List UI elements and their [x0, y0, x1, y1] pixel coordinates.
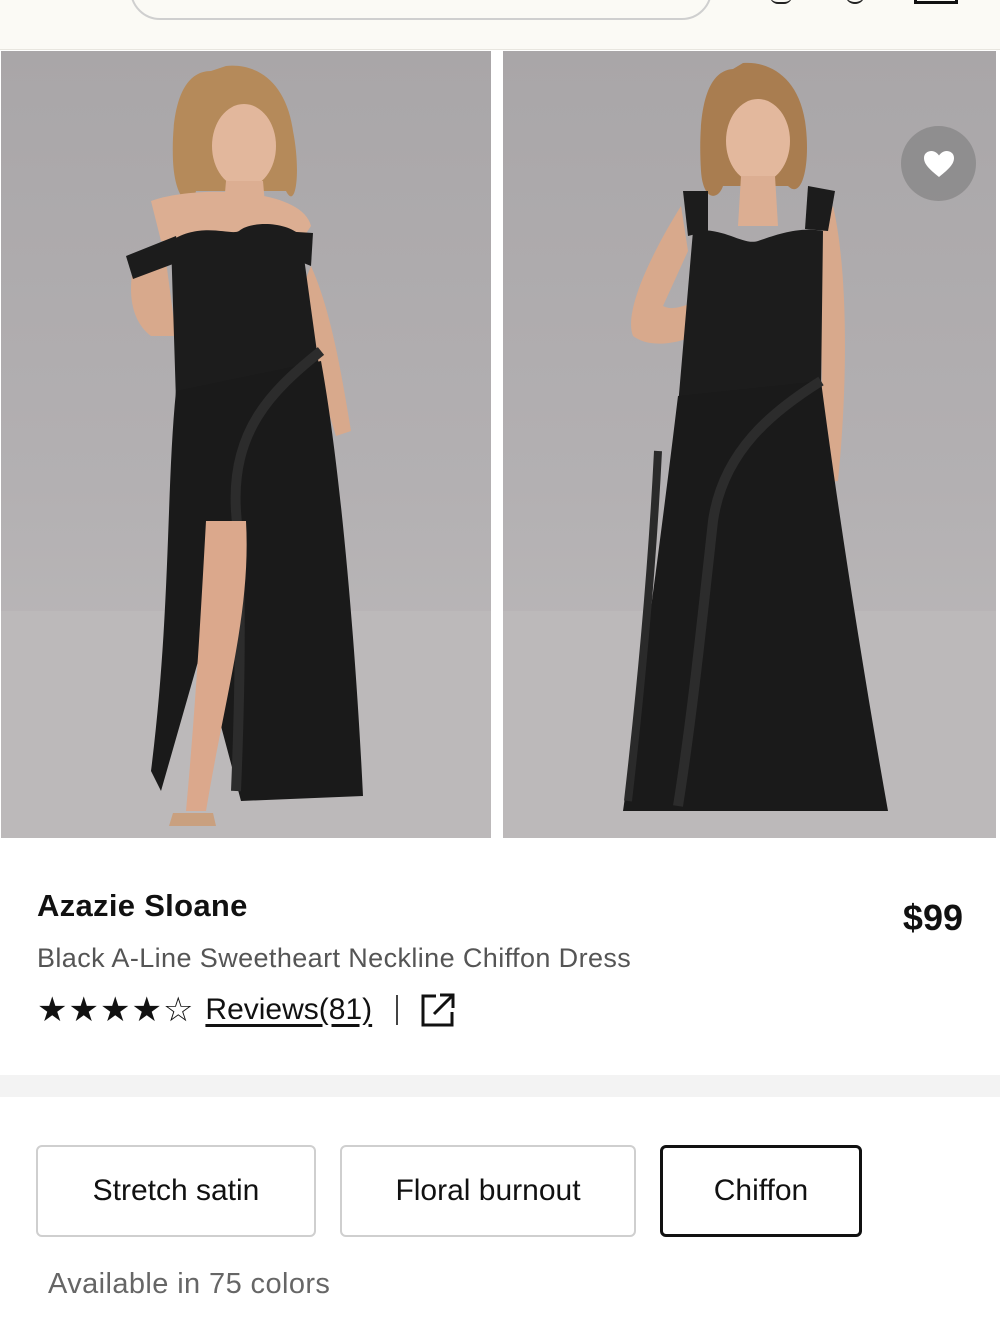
account-icon[interactable]	[770, 0, 792, 4]
top-bar	[0, 0, 1000, 50]
rating-row: ★ ★ ★ ★ ☆ Reviews(81)	[37, 990, 456, 1030]
colors-available: Available in 75 colors	[48, 1268, 331, 1300]
star-filled-icon: ★	[68, 990, 99, 1030]
fabric-option-stretch-satin[interactable]: Stretch satin	[36, 1145, 316, 1237]
divider	[396, 995, 399, 1025]
fabric-option-floral-burnout[interactable]: Floral burnout	[340, 1145, 636, 1237]
star-filled-icon: ★	[99, 990, 131, 1030]
external-link-icon[interactable]	[420, 992, 456, 1028]
off-shoulder-dress-photo	[1, 65, 491, 838]
wishlist-icon[interactable]	[845, 0, 865, 4]
star-filled-icon: ★	[37, 990, 68, 1030]
heart-icon	[923, 150, 954, 177]
star-filled-icon: ★	[131, 990, 162, 1030]
cart-icon[interactable]	[914, 0, 958, 4]
section-divider	[0, 1075, 1000, 1097]
favorite-button[interactable]	[901, 126, 976, 201]
reviews-link[interactable]: Reviews(81)	[205, 993, 372, 1027]
product-gallery	[0, 51, 1000, 839]
product-brand: Azazie Sloane	[37, 888, 248, 923]
product-subtitle: Black A-Line Sweetheart Neckline Chiffon…	[37, 943, 632, 973]
star-outline-icon: ☆	[162, 990, 194, 1030]
search-bar[interactable]	[130, 0, 712, 20]
rating-stars: ★ ★ ★ ★ ☆	[37, 993, 193, 1027]
product-image-1[interactable]	[1, 51, 491, 838]
fabric-option-chiffon[interactable]: Chiffon	[660, 1145, 862, 1237]
product-price: $99	[902, 897, 963, 938]
